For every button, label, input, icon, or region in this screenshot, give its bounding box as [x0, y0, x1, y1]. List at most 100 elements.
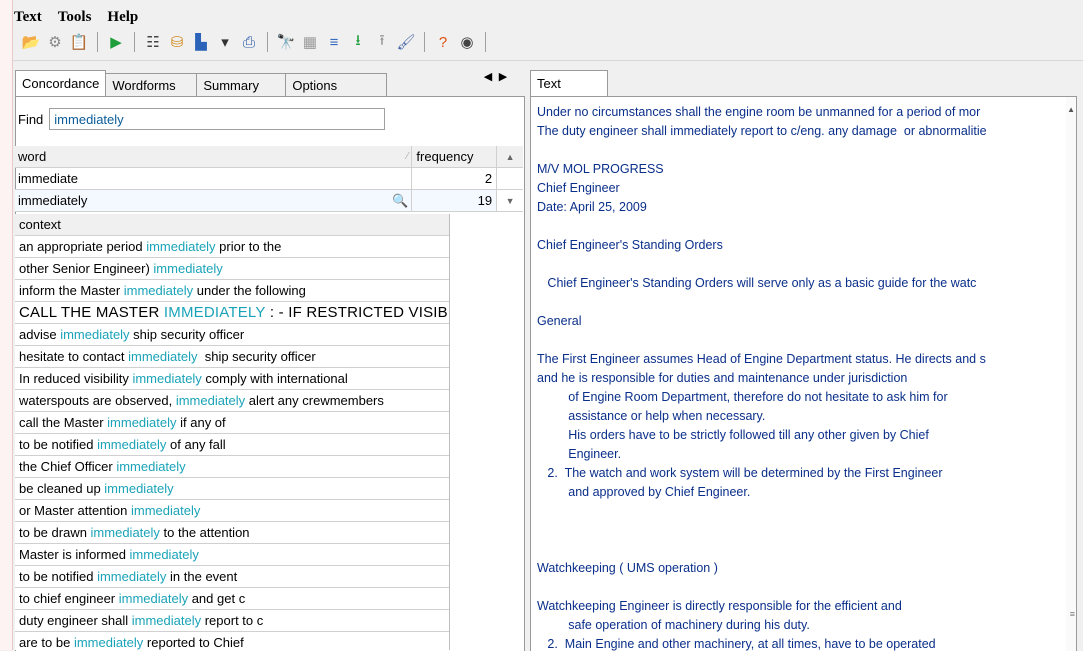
- context-row[interactable]: other Senior Engineer) immediately: [15, 258, 449, 280]
- keyword-hit: immediately: [104, 481, 174, 496]
- scroll-up-icon[interactable]: ▲: [1067, 105, 1075, 114]
- context-column-header[interactable]: context: [15, 214, 449, 236]
- wordform-row-selected[interactable]: immediately 🔍 19 ▼: [15, 190, 523, 212]
- toolbar-separator: [424, 32, 425, 52]
- context-text: alert any crewmembers: [245, 393, 384, 408]
- text-line: [537, 331, 1062, 350]
- context-row[interactable]: advise immediately ship security officer: [15, 324, 449, 346]
- context-row[interactable]: In reduced visibility immediately comply…: [15, 368, 449, 390]
- context-text: In reduced visibility: [19, 371, 133, 386]
- context-row[interactable]: or Master attention immediately: [15, 500, 449, 522]
- tab-scroll-right-icon[interactable]: ▶: [497, 70, 509, 83]
- context-row[interactable]: to be drawn immediately to the attention: [15, 522, 449, 544]
- context-row[interactable]: are to be immediately reported to Chief: [15, 632, 449, 650]
- keyword-hit: immediately: [132, 371, 202, 386]
- dropdown-arrow-icon[interactable]: ▾: [214, 31, 236, 53]
- context-text: under the following: [193, 283, 306, 298]
- wordforms-table: word ⁄ frequency ▲ immediate 2 immediate…: [15, 146, 523, 212]
- list-icon[interactable]: ☷: [142, 31, 164, 53]
- about-icon[interactable]: ◉: [456, 31, 478, 53]
- wordforms-header-row: word ⁄ frequency ▲: [15, 146, 523, 168]
- context-text: waterspouts are observed,: [19, 393, 176, 408]
- context-row[interactable]: inform the Master immediately under the …: [15, 280, 449, 302]
- context-row[interactable]: the Chief Officer immediately: [15, 456, 449, 478]
- tab-summary[interactable]: Summary: [196, 73, 287, 96]
- toolbar-separator: [134, 32, 135, 52]
- text-line: [537, 521, 1062, 540]
- keyword-hit: immediately: [129, 547, 199, 562]
- help-icon[interactable]: ?: [432, 31, 454, 53]
- bar-chart-icon[interactable]: ▙: [190, 31, 212, 53]
- context-row[interactable]: waterspouts are observed, immediately al…: [15, 390, 449, 412]
- toolbar: 📂 ⚙ 📋 ▶ ☷ ⛁ ▙ ▾ ⎙ 🔭 ▦ ≡ ⭳ ⭱ 🖌? ◉: [20, 30, 491, 54]
- text-line: Engineer.: [537, 447, 622, 461]
- magnifier-icon[interactable]: 🔍: [392, 193, 408, 209]
- context-text: report to c: [201, 613, 264, 628]
- context-text: or Master attention: [19, 503, 131, 518]
- context-text: to the attention: [159, 525, 250, 540]
- text-line: and he is responsible for duties and mai…: [537, 371, 908, 385]
- gears-icon[interactable]: ⚙: [44, 31, 66, 53]
- tab-concordance[interactable]: Concordance: [15, 70, 107, 96]
- scrollbar-grip-icon[interactable]: ≡: [1070, 609, 1075, 619]
- context-list: context an appropriate period immediatel…: [15, 214, 450, 650]
- brush-icon[interactable]: 🖌: [395, 31, 417, 53]
- align-icon[interactable]: ≡: [323, 31, 345, 53]
- text-line: [537, 217, 1062, 236]
- context-text: CALL THE MASTER: [19, 304, 164, 321]
- menu-help[interactable]: Help: [107, 9, 138, 26]
- context-row[interactable]: hesitate to contact immediately ship sec…: [15, 346, 449, 368]
- context-row[interactable]: be cleaned up immediately: [15, 478, 449, 500]
- context-row[interactable]: to be notified immediately in the event: [15, 566, 449, 588]
- context-row[interactable]: an appropriate period immediately prior …: [15, 236, 449, 258]
- sort-up-icon[interactable]: ⭱: [371, 31, 393, 53]
- left-tab-strip: Concordance Wordforms Summary Options: [15, 70, 388, 96]
- scroll-up-icon[interactable]: ▲: [497, 146, 523, 167]
- word-column-header[interactable]: word ⁄: [15, 146, 413, 167]
- copy-icon[interactable]: ▦: [299, 31, 321, 53]
- keyword-hit: immediately: [128, 349, 198, 364]
- context-text: duty engineer shall: [19, 613, 132, 628]
- context-text: Master is informed: [19, 547, 130, 562]
- context-row[interactable]: to chief engineer immediately and get c: [15, 588, 449, 610]
- vertical-scrollbar[interactable]: ▲ ≡: [1066, 97, 1076, 651]
- clipboard-icon[interactable]: 📋: [68, 31, 90, 53]
- toolbar-separator: [267, 32, 268, 52]
- text-line: Chief Engineer's Standing Orders will se…: [537, 276, 977, 290]
- database-icon[interactable]: ⛁: [166, 31, 188, 53]
- menu-tools[interactable]: Tools: [58, 9, 92, 26]
- wordform-row[interactable]: immediate 2: [15, 168, 523, 190]
- context-row[interactable]: Master is informed immediately: [15, 544, 449, 566]
- context-row[interactable]: call the Master immediately if any of: [15, 412, 449, 434]
- tab-wordforms[interactable]: Wordforms: [105, 73, 198, 96]
- context-text: : - IF RESTRICTED VISIBIL: [265, 304, 449, 321]
- scroll-down-icon[interactable]: ▼: [497, 190, 523, 211]
- context-row[interactable]: duty engineer shall immediately report t…: [15, 610, 449, 632]
- text-line: Chief Engineer: [537, 181, 620, 195]
- text-viewer[interactable]: Under no circumstances shall the engine …: [530, 96, 1077, 651]
- binoculars-icon[interactable]: 🔭: [275, 31, 297, 53]
- sort-down-icon[interactable]: ⭳: [347, 31, 369, 53]
- context-text: to be drawn: [19, 525, 91, 540]
- text-line: Under no circumstances shall the engine …: [537, 105, 981, 119]
- text-line: and approved by Chief Engineer.: [537, 485, 751, 499]
- frequency-column-header[interactable]: frequency: [412, 146, 498, 167]
- find-label: Find: [18, 111, 44, 127]
- toolbar-separator: [485, 32, 486, 52]
- print-icon[interactable]: ⎙: [238, 31, 260, 53]
- keyword-hit: IMMEDIATELY: [163, 304, 266, 321]
- tab-options[interactable]: Options: [285, 73, 388, 96]
- find-input[interactable]: [49, 108, 386, 130]
- text-line: [537, 255, 1062, 274]
- context-row[interactable]: CALL THE MASTER IMMEDIATELY : - IF RESTR…: [15, 302, 449, 324]
- document-text: Under no circumstances shall the engine …: [537, 103, 1062, 651]
- menu-text[interactable]: Text: [14, 9, 42, 26]
- keyword-hit: immediately: [116, 459, 186, 474]
- context-row[interactable]: to be notified immediately of any fall: [15, 434, 449, 456]
- context-text: ship security officer: [129, 327, 245, 342]
- play-icon[interactable]: ▶: [105, 31, 127, 53]
- tab-scroll-left-icon[interactable]: ◀: [482, 70, 494, 83]
- tab-text[interactable]: Text: [530, 70, 608, 96]
- open-folder-icon[interactable]: 📂: [20, 31, 42, 53]
- keyword-hit: immediately: [73, 635, 144, 650]
